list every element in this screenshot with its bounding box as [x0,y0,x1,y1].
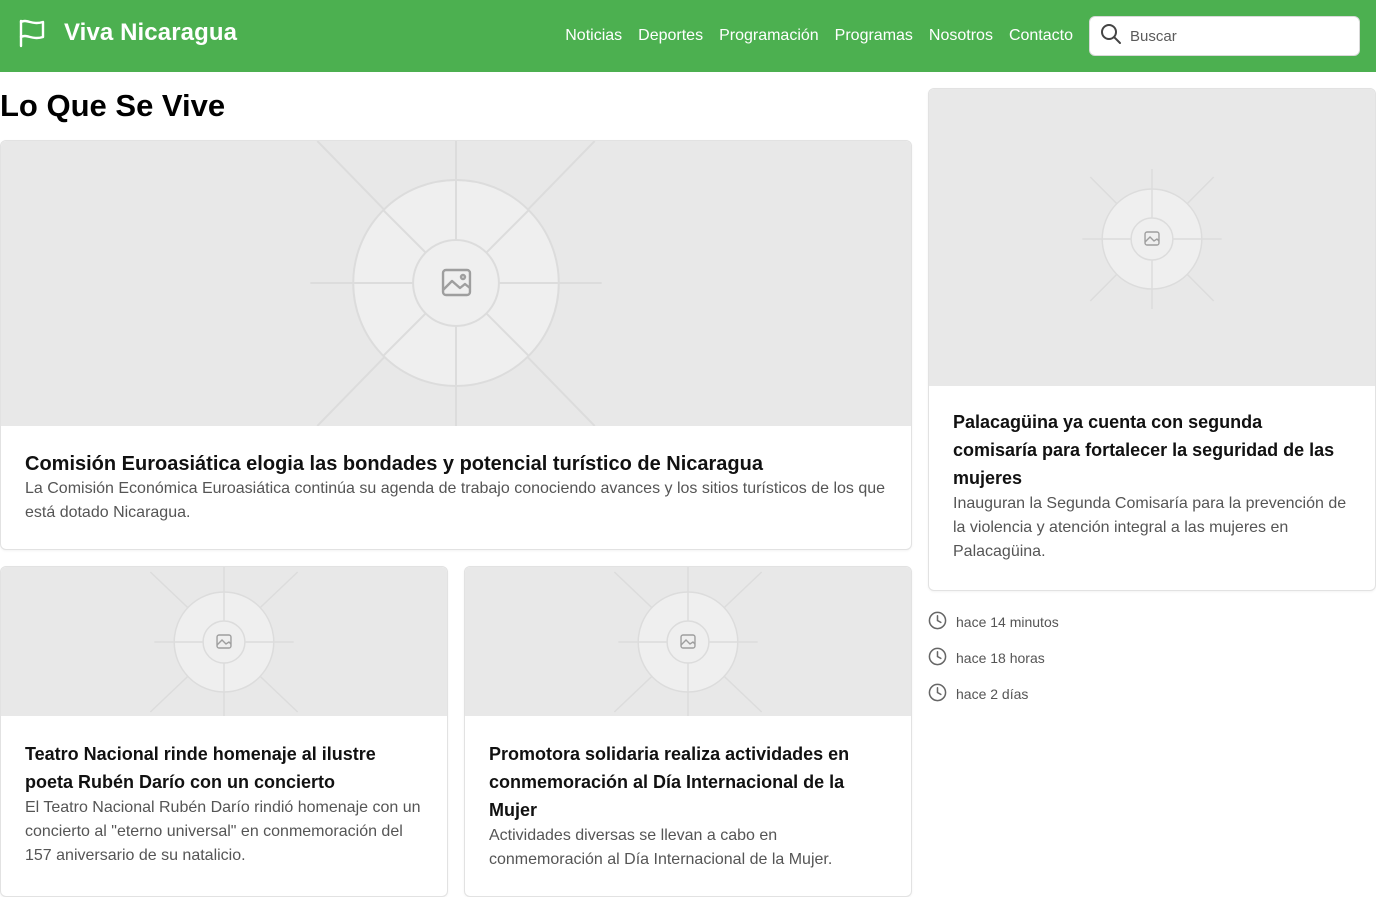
timestamp-list: hace 14 minutos hace 18 horas hace 2 día… [928,604,1059,712]
clock-icon [928,647,947,669]
section-title: Lo Que Se Vive [0,88,226,123]
article-card-right[interactable]: Promotora solidaria realiza actividades … [464,566,912,897]
search-icon[interactable] [1100,23,1122,50]
article-title[interactable]: Promotora solidaria realiza actividades … [489,740,887,824]
timestamp-item[interactable]: hace 18 horas [928,640,1059,676]
image-placeholder-icon [1082,169,1222,309]
nav-contacto[interactable]: Contacto [1009,27,1073,45]
article-summary: Actividades diversas se llevan a cabo en… [489,827,833,868]
timestamp-text: hace 18 horas [956,650,1045,666]
article-summary: Inauguran la Segunda Comisaría para la p… [953,495,1347,560]
site-header: Viva Nicaragua Noticias Deportes Program… [0,0,1376,72]
article-card-left[interactable]: Teatro Nacional rinde homenaje al ilustr… [0,566,448,897]
article-image [929,89,1375,386]
article-title[interactable]: Teatro Nacional rinde homenaje al ilustr… [25,740,423,796]
article-image [1,141,911,426]
image-placeholder-icon [149,567,299,716]
brand-link[interactable]: Viva Nicaragua [18,18,237,48]
article-summary: La Comisión Económica Euroasiática conti… [25,480,886,521]
clock-icon [928,683,947,705]
article-title[interactable]: Palacagüina ya cuenta con segunda comisa… [953,408,1351,492]
timestamp-text: hace 2 días [956,686,1029,702]
clock-icon [928,611,947,633]
timestamp-text: hace 14 minutos [956,614,1059,630]
nav-programas[interactable]: Programas [835,27,913,45]
article-image [465,567,911,716]
nav-programacion[interactable]: Programación [719,27,819,45]
image-placeholder-icon [613,567,763,716]
main-nav: Noticias Deportes Programación Programas… [565,0,1073,72]
flag-icon [18,18,46,48]
search-input[interactable] [1130,27,1350,45]
image-placeholder-icon [310,141,602,426]
article-card-side[interactable]: Palacagüina ya cuenta con segunda comisa… [928,88,1376,591]
article-title[interactable]: Comisión Euroasiática elogia las bondade… [25,451,887,477]
article-card-main[interactable]: Comisión Euroasiática elogia las bondade… [0,140,912,550]
brand-name: Viva Nicaragua [64,19,238,46]
article-summary: El Teatro Nacional Rubén Darío rindió ho… [25,799,421,864]
timestamp-item[interactable]: hace 2 días [928,676,1059,712]
timestamp-item[interactable]: hace 14 minutos [928,604,1059,640]
article-image [1,567,447,716]
nav-deportes[interactable]: Deportes [638,27,703,45]
search-box [1089,16,1360,56]
nav-noticias[interactable]: Noticias [565,27,622,45]
nav-nosotros[interactable]: Nosotros [929,27,993,45]
